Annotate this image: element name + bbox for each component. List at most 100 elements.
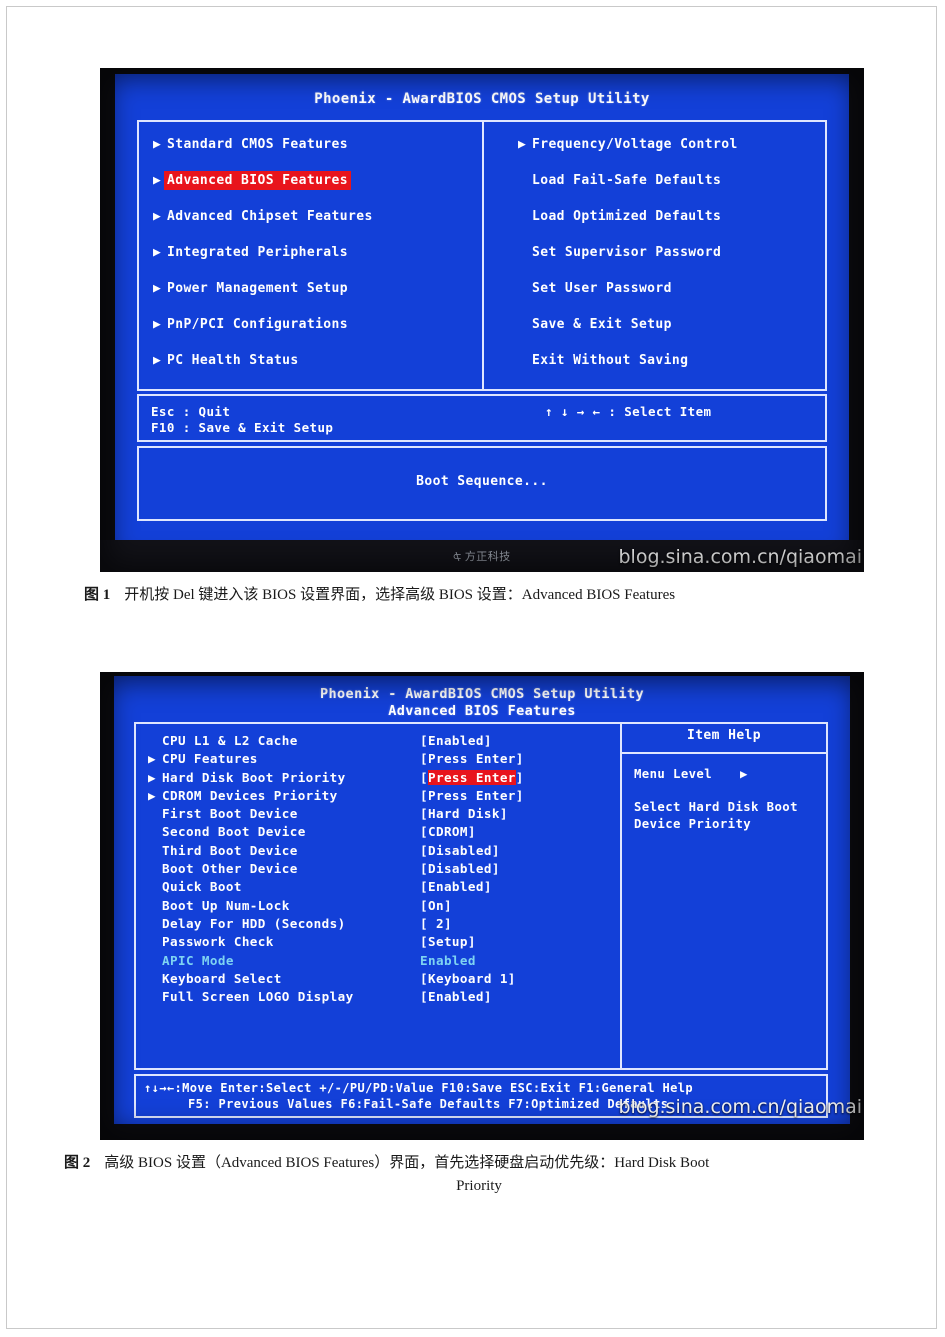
chevron-placeholder-icon: ▶ xyxy=(148,805,160,823)
watermark-url: blog.sina.com.cn/qiaomai xyxy=(618,1096,862,1118)
figure-2-label: 图 2 xyxy=(64,1155,91,1171)
chevron-placeholder-icon: ▶ xyxy=(518,280,532,297)
menu-item-load-optimized-defaults[interactable]: ▶Load Optimized Defaults xyxy=(518,208,838,244)
bios-title-block: Phoenix - AwardBIOS CMOS Setup Utility A… xyxy=(114,676,850,720)
chevron-right-icon: ▶ xyxy=(518,137,527,152)
main-menu-left-column: ▶ Standard CMOS Features ▶ Advanced BIOS F… xyxy=(153,136,483,388)
chevron-placeholder-icon: ▶ xyxy=(148,988,160,1006)
help-text-line-1: Select Hard Disk Boot xyxy=(634,800,798,814)
setting-value-highlighted: [Press Enter] xyxy=(420,769,524,785)
setting-row-quick-boot[interactable]: ▶ Quick Boot [Enabled] xyxy=(148,878,608,896)
chevron-placeholder-icon: ▶ xyxy=(518,316,532,333)
menu-item-label: Set User Password xyxy=(532,281,672,296)
chevron-placeholder-icon: ▶ xyxy=(148,897,160,915)
brand-logo: ⊅ 方正科技 xyxy=(452,548,511,564)
setting-name: Third Boot Device xyxy=(162,842,298,858)
setting-row-delay-for-hdd[interactable]: ▶ Delay For HDD (Seconds) [ 2] xyxy=(148,915,608,933)
chevron-placeholder-icon: ▶ xyxy=(148,915,160,933)
setting-row-cpu-features[interactable]: ▶ CPU Features [Press Enter] xyxy=(148,750,608,768)
setting-row-hard-disk-boot-priority[interactable]: ▶ Hard Disk Boot Priority [Press Enter] xyxy=(148,769,608,787)
bios-title: Phoenix - AwardBIOS CMOS Setup Utility xyxy=(319,686,645,702)
setting-row-full-screen-logo-display[interactable]: ▶ Full Screen LOGO Display [Enabled] xyxy=(148,988,608,1006)
menu-item-pc-health-status[interactable]: ▶ PC Health Status xyxy=(153,352,483,388)
setting-name: CPU L1 & L2 Cache xyxy=(162,733,298,748)
chevron-right-icon: ▶ xyxy=(153,353,162,368)
setting-value: [Enabled] xyxy=(420,733,492,748)
setting-row-passwork-check[interactable]: ▶ Passwork Check [Setup] xyxy=(148,933,608,951)
chevron-placeholder-icon: ▶ xyxy=(148,860,160,878)
setting-value: [CDROM] xyxy=(420,824,476,840)
menu-item-label: Set Supervisor Password xyxy=(532,245,722,260)
menu-item-set-user-password[interactable]: ▶Set User Password xyxy=(518,280,838,316)
chevron-right-icon: ▶ xyxy=(153,245,162,260)
figure-2-caption-line-2: Priority xyxy=(456,1178,502,1194)
key-hint-select-item: ↑ ↓ → ← : Select Item xyxy=(545,404,712,419)
figure-2-photo: Phoenix - AwardBIOS CMOS Setup Utility A… xyxy=(100,672,864,1140)
setting-name: Hard Disk Boot Priority xyxy=(162,769,346,785)
chevron-placeholder-icon: ▶ xyxy=(518,352,532,369)
menu-item-label: Load Fail-Safe Defaults xyxy=(532,173,722,188)
setting-value: [Enabled] xyxy=(420,989,492,1005)
chevron-right-icon: ▶ xyxy=(148,751,156,767)
status-text-boot-sequence: Boot Sequence... xyxy=(416,474,548,489)
watermark-url: blog.sina.com.cn/qiaomai xyxy=(618,546,862,568)
menu-item-pnp-pci-configurations[interactable]: ▶ PnP/PCI Configurations xyxy=(153,316,483,352)
chevron-right-icon: ▶ xyxy=(153,137,162,152)
setting-value: [Hard Disk] xyxy=(420,806,508,822)
setting-value: Enabled xyxy=(420,952,476,968)
menu-item-exit-without-saving[interactable]: ▶Exit Without Saving xyxy=(518,352,838,388)
menu-item-frequency-voltage-control[interactable]: ▶ Frequency/Voltage Control xyxy=(518,136,838,172)
chevron-placeholder-icon: ▶ xyxy=(148,970,160,988)
setting-value: [Enabled] xyxy=(420,879,492,895)
menu-item-advanced-chipset-features[interactable]: ▶ Advanced Chipset Features xyxy=(153,208,483,244)
help-text-line-2: Device Priority xyxy=(634,817,752,831)
figure-2-caption: 图 2 高级 BIOS 设置（Advanced BIOS Features）界面，… xyxy=(64,1152,894,1198)
menu-item-power-management-setup[interactable]: ▶ Power Management Setup xyxy=(153,280,483,316)
chevron-right-icon: ▶ xyxy=(153,317,162,332)
setting-name: Quick Boot xyxy=(162,879,242,895)
help-menu-level-row: Menu Level ▶ xyxy=(634,766,830,783)
setting-row-boot-up-num-lock[interactable]: ▶ Boot Up Num-Lock [On] xyxy=(148,897,608,915)
setting-row-first-boot-device[interactable]: ▶ First Boot Device [Hard Disk] xyxy=(148,805,608,823)
setting-name: First Boot Device xyxy=(162,806,298,822)
figure-2-caption-line-1: 高级 BIOS 设置（Advanced BIOS Features）界面，首先选… xyxy=(104,1155,710,1171)
setting-value: [Press Enter] xyxy=(420,787,524,803)
setting-name: Boot Other Device xyxy=(162,861,298,877)
menu-item-load-fail-safe-defaults[interactable]: ▶Load Fail-Safe Defaults xyxy=(518,172,838,208)
setting-row-boot-other-device[interactable]: ▶ Boot Other Device [Disabled] xyxy=(148,860,608,878)
bios-screen-advanced-bios-features: Phoenix - AwardBIOS CMOS Setup Utility A… xyxy=(114,676,850,1124)
chevron-right-icon: ▶ xyxy=(153,281,162,296)
setting-name: CPU Features xyxy=(162,751,258,767)
chevron-placeholder-icon: ▶ xyxy=(148,878,160,896)
menu-item-label: PnP/PCI Configurations xyxy=(167,317,348,332)
help-menu-level-label: Menu Level xyxy=(634,767,713,781)
setting-row-third-boot-device[interactable]: ▶ Third Boot Device [Disabled] xyxy=(148,842,608,860)
menu-item-standard-cmos-features[interactable]: ▶ Standard CMOS Features xyxy=(153,136,483,172)
settings-list: ▶ CPU L1 & L2 Cache [Enabled] ▶ CPU Feat… xyxy=(148,732,608,1006)
setting-row-cdrom-devices-priority[interactable]: ▶ CDROM Devices Priority [Press Enter] xyxy=(148,787,608,805)
setting-row-second-boot-device[interactable]: ▶ Second Boot Device [CDROM] xyxy=(148,823,608,841)
setting-name: Full Screen LOGO Display xyxy=(162,989,354,1005)
chevron-right-icon: ▶ xyxy=(148,769,156,785)
chevron-placeholder-icon: ▶ xyxy=(148,952,160,970)
setting-row-cpu-l1-l2-cache[interactable]: ▶ CPU L1 & L2 Cache [Enabled] xyxy=(148,732,608,750)
chevron-placeholder-icon: ▶ xyxy=(518,208,532,225)
menu-item-integrated-peripherals[interactable]: ▶ Integrated Peripherals xyxy=(153,244,483,280)
menu-item-set-supervisor-password[interactable]: ▶Set Supervisor Password xyxy=(518,244,838,280)
chevron-right-icon: ▶ xyxy=(148,787,156,803)
footer-hint-line-2: F5: Previous Values F6:Fail-Safe Default… xyxy=(188,1097,669,1111)
setting-row-keyboard-select[interactable]: ▶ Keyboard Select [Keyboard 1] xyxy=(148,970,608,988)
setting-name: APIC Mode xyxy=(162,952,234,968)
chevron-right-icon: ▶ xyxy=(740,767,748,781)
menu-item-save-and-exit-setup[interactable]: ▶Save & Exit Setup xyxy=(518,316,838,352)
figure-1-label: 图 1 xyxy=(84,587,111,603)
item-help-title: Item Help xyxy=(686,728,762,743)
bios-title: Phoenix - AwardBIOS CMOS Setup Utility xyxy=(314,91,650,107)
menu-item-advanced-bios-features[interactable]: ▶ Advanced BIOS Features xyxy=(153,171,483,208)
menu-item-label: Advanced BIOS Features xyxy=(164,171,351,190)
menu-item-label: PC Health Status xyxy=(167,353,299,368)
menu-item-label: Save & Exit Setup xyxy=(532,317,672,332)
help-title-underline xyxy=(622,752,826,754)
setting-name: Delay For HDD (Seconds) xyxy=(162,915,346,931)
key-hint-f10: F10 : Save & Exit Setup xyxy=(151,420,334,435)
